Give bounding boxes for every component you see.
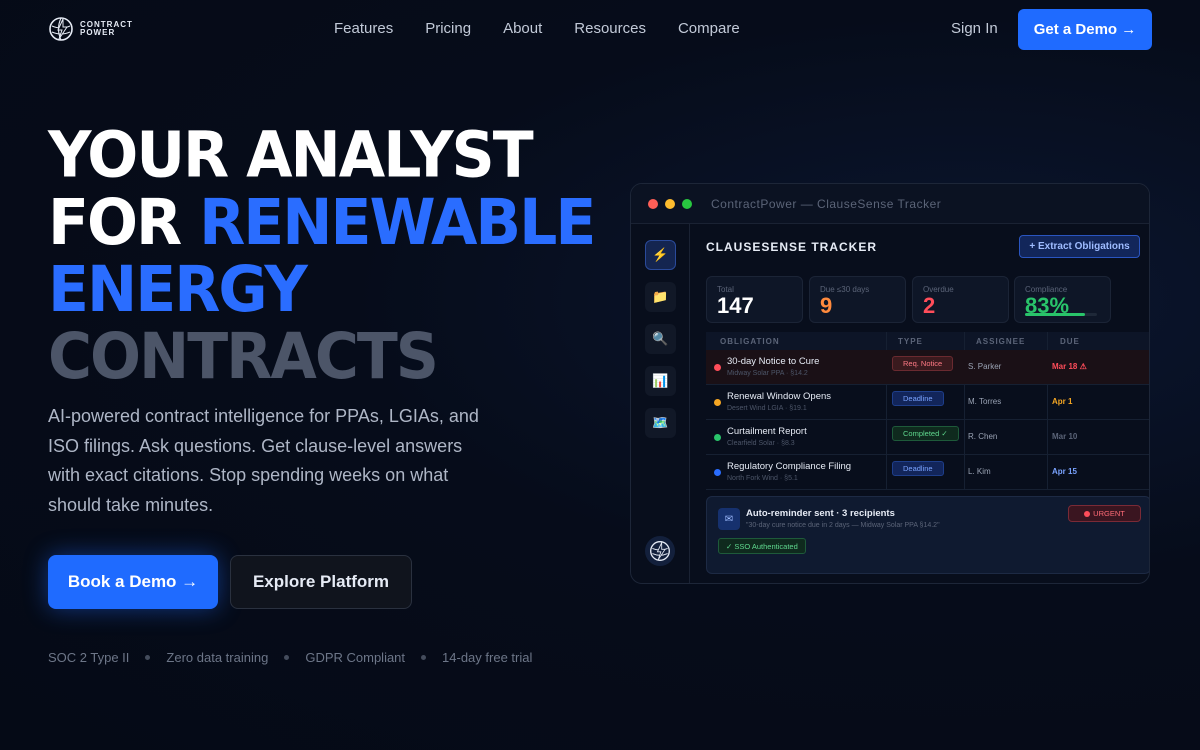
stat-compliance: Compliance 83% xyxy=(1014,276,1111,323)
row-type-badge: Req. Notice xyxy=(892,356,954,371)
mockup-main: CLAUSESENSE TRACKER + Extract Obligation… xyxy=(690,224,1149,583)
headline-for: FOR xyxy=(48,186,200,260)
reminder-notice: ✉ Auto-reminder sent · 3 recipients "30-… xyxy=(706,496,1149,574)
headline-line-4: CONTRACTS xyxy=(48,320,439,394)
sso-badge: ✓ SSO Authenticated xyxy=(718,538,806,554)
headline-line-3: ENERGY xyxy=(48,253,308,327)
column-assignee: ASSIGNEE xyxy=(976,337,1026,346)
stat-value: 147 xyxy=(717,293,754,318)
brand-line-2: POWER xyxy=(80,28,116,37)
row-due-date: Apr 1 xyxy=(1052,397,1073,406)
row-type-badge: Deadline xyxy=(892,391,944,406)
trust-separator xyxy=(145,655,151,660)
chart-icon[interactable]: 📊 xyxy=(645,366,676,396)
nav-link-features[interactable]: Features xyxy=(334,20,393,37)
stat-due-soon: Due ≤30 days 9 xyxy=(809,276,906,323)
column-due: DUE xyxy=(1060,337,1080,346)
minimize-dot-icon xyxy=(665,198,675,209)
headline-line-2: FOR RENEWABLE xyxy=(48,186,596,260)
stat-value: 9 xyxy=(820,293,833,318)
notice-subtext: "30-day cure notice due in 2 days — Midw… xyxy=(746,522,940,529)
status-dot-icon xyxy=(714,399,721,406)
trust-separator xyxy=(421,655,427,660)
row-assignee: L. Kim xyxy=(968,467,991,476)
nav-link-pricing[interactable]: Pricing xyxy=(425,20,471,37)
compliance-progress-fill xyxy=(1025,313,1085,316)
row-title: Curtailment Report xyxy=(727,426,807,437)
row-title: Renewal Window Opens xyxy=(727,391,832,402)
trust-soc2: SOC 2 Type II xyxy=(48,650,130,665)
table-row[interactable]: Renewal Window Opens Desert Wind LGIA · §… xyxy=(706,385,1149,420)
stat-total: Total 147 xyxy=(706,276,803,323)
nav-link-about[interactable]: About xyxy=(503,20,542,37)
stat-value: 2 xyxy=(923,293,936,318)
notice-title: Auto-reminder sent · 3 recipients xyxy=(746,508,895,519)
row-subtitle: North Fork Wind · §5.1 xyxy=(727,475,798,482)
row-assignee: M. Torres xyxy=(968,397,1002,406)
column-type: TYPE xyxy=(898,337,923,346)
row-subtitle: Midway Solar PPA · §14.2 xyxy=(727,370,808,377)
row-due-date: Apr 15 xyxy=(1052,467,1077,476)
explore-platform-button[interactable]: Explore Platform xyxy=(230,555,412,609)
table-row[interactable]: Curtailment Report Clearfield Solar · §8.… xyxy=(706,420,1149,455)
mockup-window-title: ContractPower — ClauseSense Tracker xyxy=(711,196,942,211)
row-title: 30-day Notice to Cure xyxy=(727,356,820,367)
brand-logo[interactable]: CONTRACT POWER xyxy=(48,16,133,42)
mockup-sidebar: ⚡ 📁 🔍 📊 🗺️ xyxy=(631,224,690,583)
map-icon[interactable]: 🗺️ xyxy=(645,408,676,438)
row-assignee: R. Chen xyxy=(968,432,998,441)
table-row[interactable]: 30-day Notice to Cure Midway Solar PPA · … xyxy=(706,350,1149,385)
trust-free-trial: 14-day free trial xyxy=(442,650,533,665)
status-dot-icon xyxy=(714,434,721,441)
trust-badges: SOC 2 Type II Zero data training GDPR Co… xyxy=(48,650,532,665)
book-demo-button[interactable]: Book a Demo → xyxy=(48,555,218,609)
row-due-date: Mar 18 ⚠ xyxy=(1052,362,1087,371)
nav-link-compare[interactable]: Compare xyxy=(678,20,740,37)
app-mockup: ContractPower — ClauseSense Tracker ⚡ 📁 … xyxy=(630,183,1150,584)
nav-links: Features Pricing About Resources Compare xyxy=(334,20,740,37)
trust-zero-training: Zero data training xyxy=(166,650,269,665)
urgent-badge[interactable]: URGENT xyxy=(1068,505,1141,522)
sidebar-globe-icon[interactable] xyxy=(645,536,675,566)
row-due-date: Mar 10 xyxy=(1052,432,1078,441)
tracker-title: CLAUSESENSE TRACKER xyxy=(706,240,878,254)
headline-renewable: RENEWABLE xyxy=(199,186,596,260)
table-header: OBLIGATION TYPE ASSIGNEE DUE xyxy=(706,332,1149,350)
lightning-icon[interactable]: ⚡ xyxy=(645,240,676,270)
mockup-titlebar: ContractPower — ClauseSense Tracker xyxy=(631,184,1149,224)
mail-icon: ✉ xyxy=(718,508,740,530)
maximize-dot-icon xyxy=(682,198,692,209)
trust-separator xyxy=(284,655,290,660)
top-nav: CONTRACT POWER Features Pricing About Re… xyxy=(0,0,1200,60)
hero-subtext: AI-powered contract intelligence for PPA… xyxy=(48,406,479,515)
row-subtitle: Desert Wind LGIA · §19.1 xyxy=(727,405,807,412)
headline-line-1: YOUR ANALYST xyxy=(48,118,534,193)
urgent-label: URGENT xyxy=(1093,509,1125,518)
trust-gdpr: GDPR Compliant xyxy=(305,650,406,665)
folder-icon[interactable]: 📁 xyxy=(645,282,676,312)
row-title: Regulatory Compliance Filing xyxy=(727,461,852,472)
row-type-badge: Completed ✓ xyxy=(892,426,959,441)
row-subtitle: Clearfield Solar · §8.3 xyxy=(727,440,795,447)
column-obligation: OBLIGATION xyxy=(720,337,780,346)
stat-overdue: Overdue 2 xyxy=(912,276,1009,323)
close-dot-icon xyxy=(648,198,658,209)
urgent-dot-icon xyxy=(1084,510,1091,517)
nav-link-resources[interactable]: Resources xyxy=(574,20,646,37)
sign-in-link[interactable]: Sign In xyxy=(951,20,998,37)
status-dot-icon xyxy=(714,469,721,476)
status-dot-icon xyxy=(714,364,721,371)
row-type-badge: Deadline xyxy=(892,461,944,476)
hero-headline: YOUR ANALYST FOR RENEWABLE ENERGY CONTRA… xyxy=(48,118,596,394)
logo-globe-icon xyxy=(49,17,73,41)
table-row[interactable]: Regulatory Compliance Filing North Fork W… xyxy=(706,455,1149,490)
search-icon[interactable]: 🔍 xyxy=(645,324,676,354)
brand-wordmark: CONTRACT POWER xyxy=(80,21,133,37)
extract-obligations-button[interactable]: + Extract Obligations xyxy=(1019,235,1140,258)
get-demo-button[interactable]: Get a Demo → xyxy=(1018,9,1152,50)
compliance-progress-bar xyxy=(1025,313,1097,316)
row-assignee: S. Parker xyxy=(968,362,1002,371)
